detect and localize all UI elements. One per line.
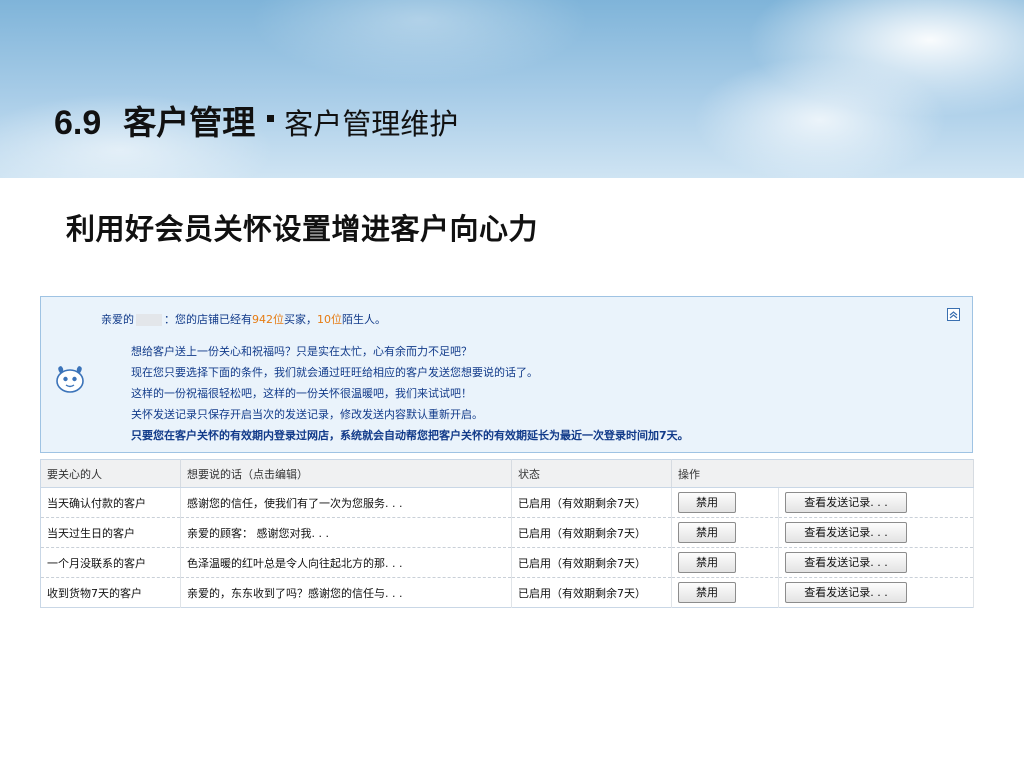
greeting-prefix: 亲爱的: [101, 313, 134, 326]
col-header-action: 操作: [671, 459, 974, 488]
mascot-icon: [56, 366, 84, 393]
view-log-button[interactable]: 查看发送记录. . .: [785, 582, 907, 603]
log-cell: 查看发送记录. . .: [778, 487, 974, 518]
ban-cell: 禁用: [671, 547, 779, 578]
care-description: 想给客户送上一份关心和祝福吗？只是实在太忙，心有余而力不足吧？ 现在您只要选择下…: [131, 341, 689, 446]
greeting-line: 亲爱的 ：您的店铺已经有942位买家，10位陌生人。: [101, 311, 386, 327]
table-row: 当天过生日的客户 亲爱的顾客： 感谢您对我. . . 已启用（有效期剩余7天） …: [40, 517, 974, 548]
table-header-row: 要关心的人 想要说的话（点击编辑） 状态 操作: [40, 459, 974, 488]
status-cell: 已启用（有效期剩余7天）: [511, 547, 672, 578]
disable-button[interactable]: 禁用: [678, 492, 736, 513]
message-link[interactable]: 亲爱的顾客： 感谢您对我. . .: [180, 517, 512, 548]
title-separator: [267, 115, 275, 122]
description-line: 现在您只要选择下面的条件，我们就会通过旺旺给相应的客户发送您想要说的话了。: [131, 366, 538, 379]
log-cell: 查看发送记录. . .: [778, 517, 974, 548]
ban-cell: 禁用: [671, 487, 779, 518]
masked-username: [136, 314, 162, 326]
table-row: 收到货物7天的客户 亲爱的，东东收到了吗？感谢您的信任与. . . 已启用（有效…: [40, 577, 974, 608]
view-log-button[interactable]: 查看发送记录. . .: [785, 522, 907, 543]
strangers-count: 10位: [317, 313, 342, 326]
log-cell: 查看发送记录. . .: [778, 577, 974, 608]
status-cell: 已启用（有效期剩余7天）: [511, 577, 672, 608]
collapse-up-icon[interactable]: [947, 308, 960, 321]
description-line: 这样的一份祝福很轻松吧，这样的一份关怀很温暖吧，我们来试试吧！: [131, 387, 472, 400]
message-link[interactable]: 色泽温暖的红叶总是令人向往起北方的那. . .: [180, 547, 512, 578]
status-cell: 已启用（有效期剩余7天）: [511, 487, 672, 518]
target-cell: 当天过生日的客户: [40, 517, 181, 548]
col-header-message: 想要说的话（点击编辑）: [180, 459, 512, 488]
status-cell: 已启用（有效期剩余7天）: [511, 517, 672, 548]
description-line: 想给客户送上一份关心和祝福吗？只是实在太忙，心有余而力不足吧？: [131, 345, 472, 358]
description-line: 关怀发送记录只保存开启当次的发送记录，修改发送内容默认重新开启。: [131, 408, 483, 421]
table-row: 一个月没联系的客户 色泽温暖的红叶总是令人向往起北方的那. . . 已启用（有效…: [40, 547, 974, 578]
buyers-count: 942位: [252, 313, 284, 326]
log-cell: 查看发送记录. . .: [778, 547, 974, 578]
header-banner: 6.9 客户管理 客户管理维护: [0, 0, 1024, 178]
section-number: 6.9: [54, 104, 102, 142]
validity-note: 只要您在客户关怀的有效期内登录过网店，系统就会自动帮您把客户关怀的有效期延长为最…: [131, 429, 689, 442]
buyers-suffix: 买家，: [284, 313, 317, 326]
col-header-status: 状态: [511, 459, 672, 488]
table-row: 当天确认付款的客户 感谢您的信任，使我们有了一次为您服务. . . 已启用（有效…: [40, 487, 974, 518]
view-log-button[interactable]: 查看发送记录. . .: [785, 492, 907, 513]
section-subtitle: 客户管理维护: [284, 107, 459, 141]
page-title: 6.9 客户管理 客户管理维护: [54, 96, 458, 144]
slide-subtitle: 利用好会员关怀设置增进客户向心力: [66, 212, 539, 246]
disable-button[interactable]: 禁用: [678, 582, 736, 603]
care-info-panel: 亲爱的 ：您的店铺已经有942位买家，10位陌生人。 想给客户送上一份关心和祝福吗…: [40, 296, 973, 453]
target-cell: 收到货物7天的客户: [40, 577, 181, 608]
target-cell: 一个月没联系的客户: [40, 547, 181, 578]
message-link[interactable]: 亲爱的，东东收到了吗？感谢您的信任与. . .: [180, 577, 512, 608]
section-title: 客户管理: [123, 103, 256, 142]
view-log-button[interactable]: 查看发送记录. . .: [785, 552, 907, 573]
ban-cell: 禁用: [671, 577, 779, 608]
disable-button[interactable]: 禁用: [678, 552, 736, 573]
target-cell: 当天确认付款的客户: [40, 487, 181, 518]
disable-button[interactable]: 禁用: [678, 522, 736, 543]
col-header-target: 要关心的人: [40, 459, 181, 488]
strangers-suffix: 陌生人。: [342, 313, 386, 326]
message-link[interactable]: 感谢您的信任，使我们有了一次为您服务. . .: [180, 487, 512, 518]
care-settings-table: 要关心的人 想要说的话（点击编辑） 状态 操作 当天确认付款的客户 感谢您的信任…: [40, 459, 974, 608]
ban-cell: 禁用: [671, 517, 779, 548]
greeting-mid: ：您的店铺已经有: [164, 313, 252, 326]
